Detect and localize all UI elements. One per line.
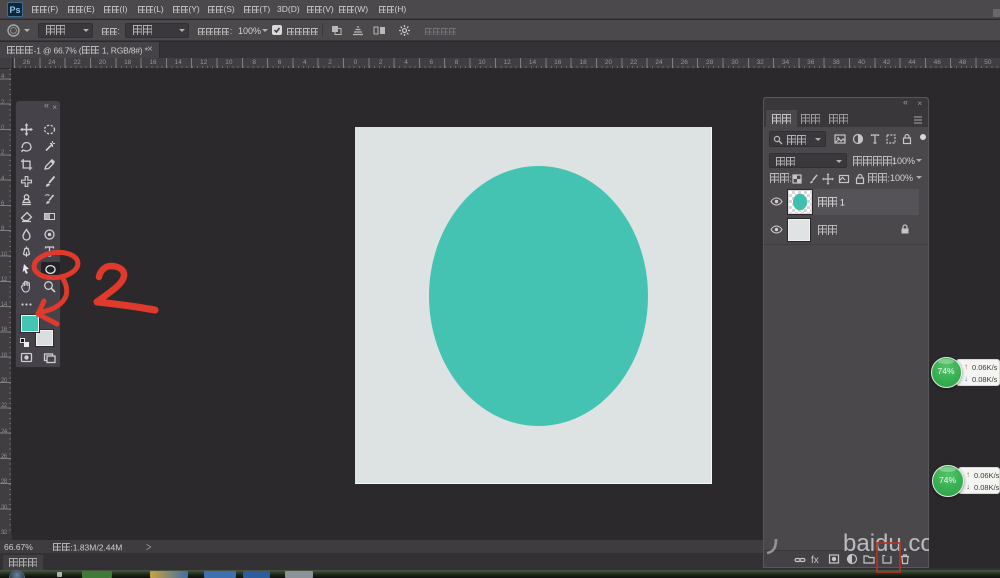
svg-text:fx: fx — [811, 555, 819, 565]
